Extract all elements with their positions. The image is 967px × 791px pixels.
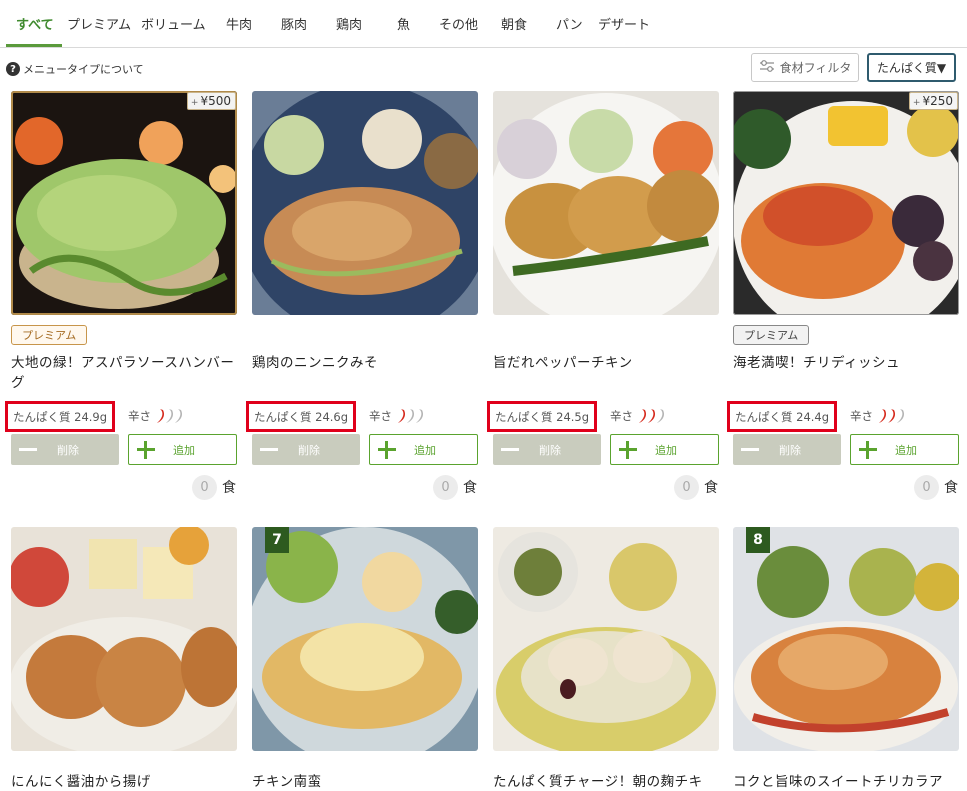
chili-pepper-icon xyxy=(166,409,174,423)
chili-pepper-icon xyxy=(175,409,183,423)
quantity-count: 0 xyxy=(674,475,699,500)
spice-label: 辛さ xyxy=(850,409,873,423)
tab-chicken[interactable]: 鶏肉 xyxy=(336,14,362,33)
spice-rating: 辛さ xyxy=(610,407,666,425)
chili-pepper-icon xyxy=(416,409,424,423)
product-name[interactable]: にんにく醤油から揚げ xyxy=(11,770,237,790)
quantity-count: 0 xyxy=(433,475,458,500)
protein-value: たんぱく質 24.9g xyxy=(5,401,115,432)
plus-icon xyxy=(859,440,877,459)
quantity-unit: 食 xyxy=(463,480,477,496)
spice-rating: 辛さ xyxy=(850,407,906,425)
protein-value: たんぱく質 24.6g xyxy=(246,401,356,432)
product-name[interactable]: チキン南蛮 xyxy=(252,770,478,790)
chili-pepper-icon xyxy=(157,409,165,423)
add-button[interactable]: 追加 xyxy=(369,434,478,465)
sort-select[interactable]: たんぱく質▼ xyxy=(867,53,956,82)
chili-pepper-icon xyxy=(407,409,415,423)
product-name[interactable]: 旨だれペッパーチキン xyxy=(493,353,719,373)
product-name[interactable]: 大地の緑！アスパラソースハンバーグ xyxy=(11,353,237,393)
add-button[interactable]: 追加 xyxy=(850,434,959,465)
category-tabs: すべて プレミアム ボリューム 牛肉 豚肉 鶏肉 魚 その他 朝食 パン デザー… xyxy=(0,0,967,48)
tab-bread[interactable]: パン xyxy=(556,14,583,33)
quantity-unit: 食 xyxy=(704,480,718,496)
product-photo[interactable] xyxy=(11,527,237,751)
product-photo[interactable]: 8 xyxy=(733,527,959,751)
spice-label: 辛さ xyxy=(369,409,392,423)
product-name[interactable]: 鶏肉のニンニクみそ xyxy=(252,353,478,373)
minus-icon xyxy=(501,448,519,451)
tab-dessert[interactable]: デザート xyxy=(598,14,650,33)
remove-button[interactable]: 削除 xyxy=(11,434,119,465)
product-name[interactable]: コクと旨味のスイートチリカラア xyxy=(733,770,963,790)
add-button[interactable]: 追加 xyxy=(128,434,237,465)
ingredient-filter-label: 食材フィルタ xyxy=(779,61,852,75)
product-photo[interactable]: + ¥500 xyxy=(11,91,237,315)
tab-premium[interactable]: プレミアム xyxy=(67,14,131,33)
plus-icon xyxy=(619,440,637,459)
add-button[interactable]: 追加 xyxy=(610,434,719,465)
spice-rating: 辛さ xyxy=(128,407,184,425)
protein-value: たんぱく質 24.5g xyxy=(487,401,597,432)
product-name[interactable]: 海老満喫！チリディッシュ xyxy=(733,353,959,373)
plus-icon xyxy=(137,440,155,459)
chili-pepper-icon xyxy=(639,409,647,423)
tab-other[interactable]: その他 xyxy=(439,14,478,33)
spice-label: 辛さ xyxy=(128,409,151,423)
product-photo[interactable]: 7 xyxy=(252,527,478,751)
price-badge: + ¥250 xyxy=(908,92,958,110)
chili-pepper-icon xyxy=(897,409,905,423)
product-photo[interactable] xyxy=(493,527,719,751)
active-tab-indicator xyxy=(6,44,62,47)
ingredient-filter-button[interactable]: 食材フィルタ xyxy=(751,53,859,82)
chili-pepper-icon xyxy=(648,409,656,423)
ranking-badge: 8 xyxy=(746,527,770,553)
premium-tag: プレミアム xyxy=(11,325,88,345)
product-photo[interactable] xyxy=(252,91,478,315)
quantity-count: 0 xyxy=(914,475,939,500)
product-name[interactable]: たんぱく質チャージ！朝の麹チキ xyxy=(493,770,719,790)
ranking-badge: 7 xyxy=(265,527,289,553)
tab-volume[interactable]: ボリューム xyxy=(141,14,206,33)
product-photo[interactable] xyxy=(493,91,719,315)
remove-button[interactable]: 削除 xyxy=(733,434,841,465)
quantity-count: 0 xyxy=(192,475,217,500)
quantity-unit: 食 xyxy=(944,480,958,496)
chili-pepper-icon xyxy=(657,409,665,423)
minus-icon xyxy=(741,448,759,451)
tab-fish[interactable]: 魚 xyxy=(397,14,410,33)
minus-icon xyxy=(19,448,37,451)
quantity-unit: 食 xyxy=(222,480,236,496)
chili-pepper-icon xyxy=(398,409,406,423)
remove-button[interactable]: 削除 xyxy=(252,434,360,465)
tab-breakfast[interactable]: 朝食 xyxy=(501,14,527,33)
premium-tag: プレミアム xyxy=(733,325,810,345)
spice-rating: 辛さ xyxy=(369,407,425,425)
product-photo[interactable]: + ¥250 xyxy=(733,91,959,315)
tab-all[interactable]: すべて xyxy=(16,14,54,33)
protein-value: たんぱく質 24.4g xyxy=(727,401,837,432)
price-badge: + ¥500 xyxy=(186,92,236,110)
remove-button[interactable]: 削除 xyxy=(493,434,601,465)
sliders-icon xyxy=(759,59,775,76)
chili-pepper-icon xyxy=(879,409,887,423)
spice-label: 辛さ xyxy=(610,409,633,423)
minus-icon xyxy=(260,448,278,451)
chili-pepper-icon xyxy=(888,409,896,423)
plus-icon xyxy=(378,440,396,459)
menu-type-help-link[interactable]: ? メニュータイプについて xyxy=(6,61,144,77)
tab-pork[interactable]: 豚肉 xyxy=(281,14,307,33)
question-icon: ? xyxy=(6,62,20,76)
tab-beef[interactable]: 牛肉 xyxy=(226,14,252,33)
menu-type-help-text: メニュータイプについて xyxy=(23,63,144,76)
